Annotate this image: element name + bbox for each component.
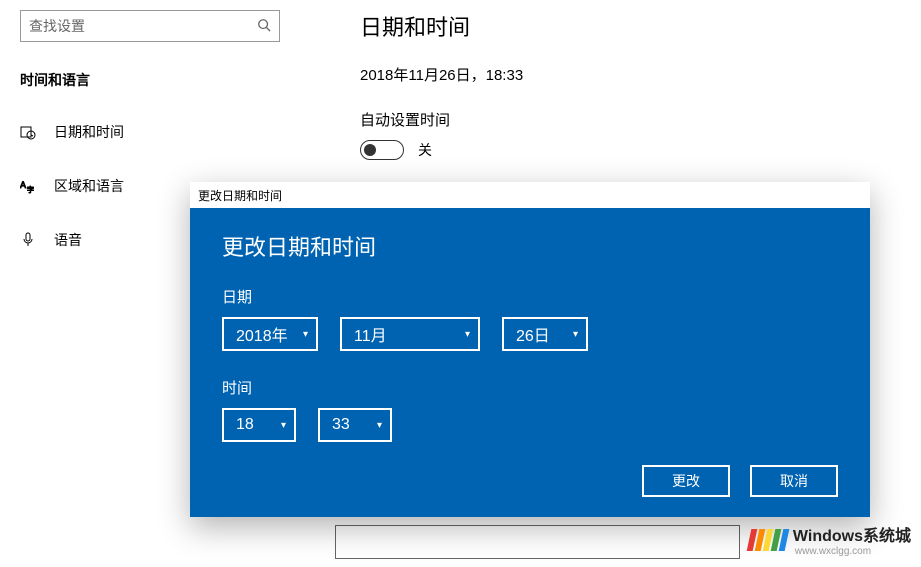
date-field-label: 日期 xyxy=(222,286,838,307)
sidebar-item-label: 日期和时间 xyxy=(54,122,124,142)
month-dropdown[interactable]: 11月 ▾ xyxy=(340,317,480,351)
chevron-down-icon: ▾ xyxy=(465,329,470,340)
confirm-button[interactable]: 更改 xyxy=(642,465,730,497)
microphone-icon xyxy=(20,232,44,248)
cancel-button[interactable]: 取消 xyxy=(750,465,838,497)
auto-time-label: 自动设置时间 xyxy=(360,109,891,130)
change-datetime-dialog: 更改日期和时间 更改日期和时间 日期 2018年 ▾ 11月 ▾ 26日 ▾ 时… xyxy=(190,182,870,517)
page-title: 日期和时间 xyxy=(360,10,891,42)
watermark-brand: Windows系统城 xyxy=(793,528,911,545)
sidebar-item-datetime[interactable]: 日期和时间 xyxy=(20,112,310,152)
chevron-down-icon: ▾ xyxy=(281,420,286,431)
minute-dropdown[interactable]: 33 ▾ xyxy=(318,408,392,442)
sidebar-item-label: 语音 xyxy=(54,230,82,250)
year-dropdown[interactable]: 2018年 ▾ xyxy=(222,317,318,351)
day-dropdown[interactable]: 26日 ▾ xyxy=(502,317,588,351)
datetime-icon xyxy=(20,124,44,140)
dialog-titlebar: 更改日期和时间 xyxy=(190,182,870,208)
watermark: Windows系统城 www.wxclgg.com xyxy=(749,522,911,557)
search-box[interactable] xyxy=(20,10,280,42)
time-field-label: 时间 xyxy=(222,377,838,398)
svg-text:A: A xyxy=(20,180,26,190)
background-field xyxy=(335,525,740,559)
hour-dropdown[interactable]: 18 ▾ xyxy=(222,408,296,442)
auto-time-toggle-row: 关 xyxy=(360,140,891,160)
sidebar-section-title: 时间和语言 xyxy=(20,70,310,90)
chevron-down-icon: ▾ xyxy=(573,329,578,340)
watermark-logo-icon xyxy=(749,529,787,551)
current-datetime: 2018年11月26日，18:33 xyxy=(360,64,891,85)
region-icon: A字 xyxy=(20,178,44,194)
date-dropdown-row: 2018年 ▾ 11月 ▾ 26日 ▾ xyxy=(222,317,838,351)
dialog-heading: 更改日期和时间 xyxy=(222,230,838,262)
sidebar-item-label: 区域和语言 xyxy=(54,176,124,196)
search-input[interactable] xyxy=(29,18,257,34)
hour-value: 18 xyxy=(236,416,254,434)
dialog-body: 更改日期和时间 日期 2018年 ▾ 11月 ▾ 26日 ▾ 时间 18 ▾ 3 xyxy=(190,208,870,517)
minute-value: 33 xyxy=(332,416,350,434)
time-dropdown-row: 18 ▾ 33 ▾ xyxy=(222,408,838,442)
toggle-knob xyxy=(364,144,376,156)
chevron-down-icon: ▾ xyxy=(303,329,308,340)
search-icon xyxy=(257,18,271,35)
auto-time-toggle[interactable] xyxy=(360,140,404,160)
day-value: 26日 xyxy=(516,322,550,346)
toggle-state-text: 关 xyxy=(418,140,432,160)
svg-text:字: 字 xyxy=(27,185,34,194)
year-value: 2018年 xyxy=(236,322,288,346)
dialog-button-row: 更改 取消 xyxy=(642,465,838,497)
chevron-down-icon: ▾ xyxy=(377,420,382,431)
month-value: 11月 xyxy=(354,322,387,346)
watermark-url: www.wxclgg.com xyxy=(795,546,911,557)
